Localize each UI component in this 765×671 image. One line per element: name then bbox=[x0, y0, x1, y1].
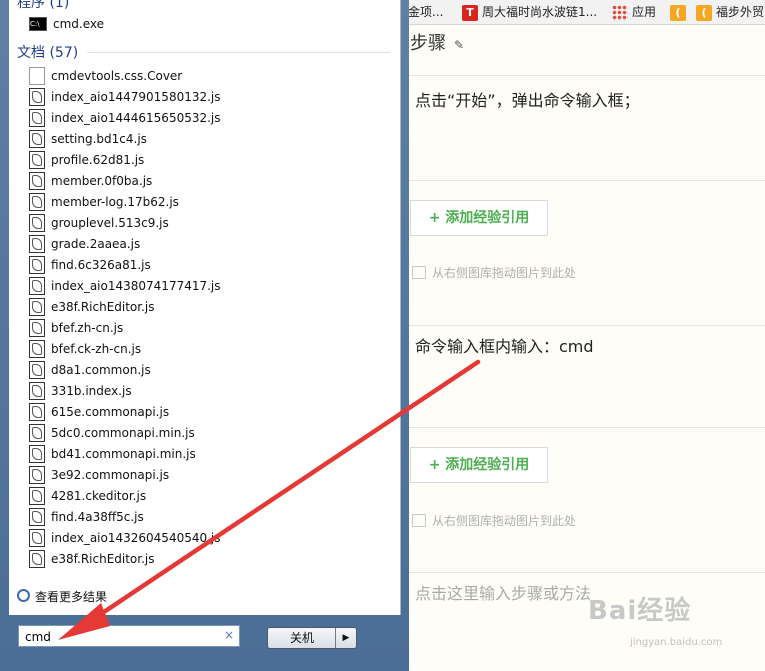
js-file-icon bbox=[29, 213, 45, 232]
new-step-input[interactable]: 点击这里输入步骤或方法 bbox=[415, 580, 591, 604]
js-file-icon bbox=[29, 339, 45, 358]
divider bbox=[400, 180, 765, 181]
js-file-icon bbox=[29, 465, 45, 484]
image-drop-zone[interactable]: 从右侧图库拖动图片到此处 bbox=[412, 264, 576, 281]
js-file-icon bbox=[29, 486, 45, 505]
js-file-icon bbox=[29, 171, 45, 190]
document-item[interactable]: index_aio1432604540540.js bbox=[29, 528, 221, 548]
bookmark-item[interactable]: T 周大福时尚水波链1... bbox=[462, 3, 597, 21]
search-icon bbox=[17, 589, 30, 602]
bookmark-apps[interactable]: 应用 bbox=[612, 3, 656, 21]
document-item[interactable]: 5dc0.commonapi.min.js bbox=[29, 423, 195, 443]
divider bbox=[87, 52, 390, 53]
document-item[interactable]: cmdevtools.css.Cover bbox=[29, 66, 182, 86]
bookmark-item[interactable]: 金项... bbox=[408, 3, 443, 21]
document-item[interactable]: 4281.ckeditor.js bbox=[29, 486, 146, 506]
document-item[interactable]: profile.62d81.js bbox=[29, 150, 144, 170]
step-2-text[interactable]: 命令输入框内输入：cmd bbox=[415, 333, 594, 357]
document-item[interactable]: grade.2aaea.js bbox=[29, 234, 140, 254]
document-item[interactable]: member.0f0ba.js bbox=[29, 171, 152, 191]
shutdown-options-arrow-icon[interactable]: ▶ bbox=[335, 628, 356, 648]
image-drop-zone[interactable]: 从右侧图库拖动图片到此处 bbox=[412, 512, 576, 529]
programs-section-header: 程序 (1) bbox=[17, 0, 70, 11]
divider bbox=[400, 427, 765, 428]
document-item[interactable]: 3e92.commonapi.js bbox=[29, 465, 169, 485]
divider bbox=[400, 325, 765, 326]
js-file-icon bbox=[29, 297, 45, 316]
apps-grid-icon bbox=[612, 4, 628, 21]
document-item[interactable]: index_aio1447901580132.js bbox=[29, 87, 221, 107]
js-file-icon bbox=[29, 87, 45, 106]
js-file-icon bbox=[29, 423, 45, 442]
document-item[interactable]: 331b.index.js bbox=[29, 381, 132, 401]
document-item[interactable]: member-log.17b62.js bbox=[29, 192, 179, 212]
document-icon bbox=[29, 66, 45, 85]
document-item[interactable]: 615e.commonapi.js bbox=[29, 402, 169, 422]
see-more-results-link[interactable]: 查看更多结果 bbox=[17, 588, 107, 605]
js-file-icon bbox=[29, 129, 45, 148]
tmall-icon: T bbox=[462, 4, 478, 21]
document-item[interactable]: setting.bd1c4.js bbox=[29, 129, 147, 149]
js-file-icon bbox=[29, 276, 45, 295]
document-item[interactable]: e38f.RichEditor.js bbox=[29, 549, 155, 569]
search-input[interactable] bbox=[19, 627, 226, 647]
shutdown-button-group: 关机 ▶ bbox=[267, 627, 357, 649]
steps-heading: 步骤 ✎ bbox=[410, 33, 465, 54]
document-item[interactable]: bd41.commonapi.min.js bbox=[29, 444, 196, 464]
js-file-icon bbox=[29, 381, 45, 400]
js-file-icon bbox=[29, 549, 45, 568]
divider bbox=[400, 75, 765, 76]
document-item[interactable]: index_aio1438074177417.js bbox=[29, 276, 221, 296]
documents-section-header: 文档 (57) bbox=[17, 45, 79, 61]
js-file-icon bbox=[29, 108, 45, 127]
search-results-pane: 程序 (1) C:\ cmd.exe 文档 (57) cmdevtools.css… bbox=[9, 0, 401, 615]
bookmark-icon: ( bbox=[696, 4, 712, 21]
image-icon bbox=[412, 514, 426, 527]
document-item[interactable]: find.6c326a81.js bbox=[29, 255, 151, 275]
document-item[interactable]: index_aio1444615650532.js bbox=[29, 108, 221, 128]
divider bbox=[400, 572, 765, 573]
experience-editor: 步骤 ✎ 点击“开始”，弹出命令输入框； + 添加经验引用 从右侧图库拖动图片到此… bbox=[400, 25, 765, 671]
shutdown-button[interactable]: 关机 bbox=[268, 628, 336, 648]
pencil-icon[interactable]: ✎ bbox=[454, 38, 464, 52]
step-1-text[interactable]: 点击“开始”，弹出命令输入框； bbox=[415, 87, 640, 111]
add-reference-button[interactable]: + 添加经验引用 bbox=[410, 200, 548, 236]
clear-search-icon[interactable]: × bbox=[224, 628, 234, 642]
js-file-icon bbox=[29, 255, 45, 274]
js-file-icon bbox=[29, 234, 45, 253]
document-item[interactable]: e38f.RichEditor.js bbox=[29, 297, 155, 317]
js-file-icon bbox=[29, 444, 45, 463]
start-menu: 程序 (1) C:\ cmd.exe 文档 (57) cmdevtools.css… bbox=[0, 0, 409, 671]
js-file-icon bbox=[29, 150, 45, 169]
bookmark-item[interactable]: (福步外贸 bbox=[696, 3, 764, 21]
document-item[interactable]: bfef.ck-zh-cn.js bbox=[29, 339, 141, 359]
program-item-cmd[interactable]: C:\ cmd.exe bbox=[29, 14, 104, 34]
cmd-icon: C:\ bbox=[29, 16, 47, 31]
add-reference-button[interactable]: + 添加经验引用 bbox=[410, 447, 548, 483]
js-file-icon bbox=[29, 360, 45, 379]
js-file-icon bbox=[29, 402, 45, 421]
bookmark-item[interactable]: ( bbox=[670, 3, 690, 21]
document-item[interactable]: d8a1.common.js bbox=[29, 360, 151, 380]
document-item[interactable]: find.4a38ff5c.js bbox=[29, 507, 144, 527]
baidu-watermark-url: jingyan.baidu.com bbox=[630, 637, 723, 648]
document-item[interactable]: grouplevel.513c9.js bbox=[29, 213, 169, 233]
baidu-watermark-logo: Bai经验 bbox=[588, 596, 692, 626]
bookmarks-bar: 金项... T 周大福时尚水波链1... 应用 ( (福步外贸 bbox=[400, 0, 765, 25]
js-file-icon bbox=[29, 507, 45, 526]
bookmark-icon: ( bbox=[670, 4, 686, 21]
document-item[interactable]: bfef.zh-cn.js bbox=[29, 318, 123, 338]
search-box[interactable]: × bbox=[18, 625, 240, 647]
js-file-icon bbox=[29, 528, 45, 547]
js-file-icon bbox=[29, 318, 45, 337]
image-icon bbox=[412, 266, 426, 279]
js-file-icon bbox=[29, 192, 45, 211]
